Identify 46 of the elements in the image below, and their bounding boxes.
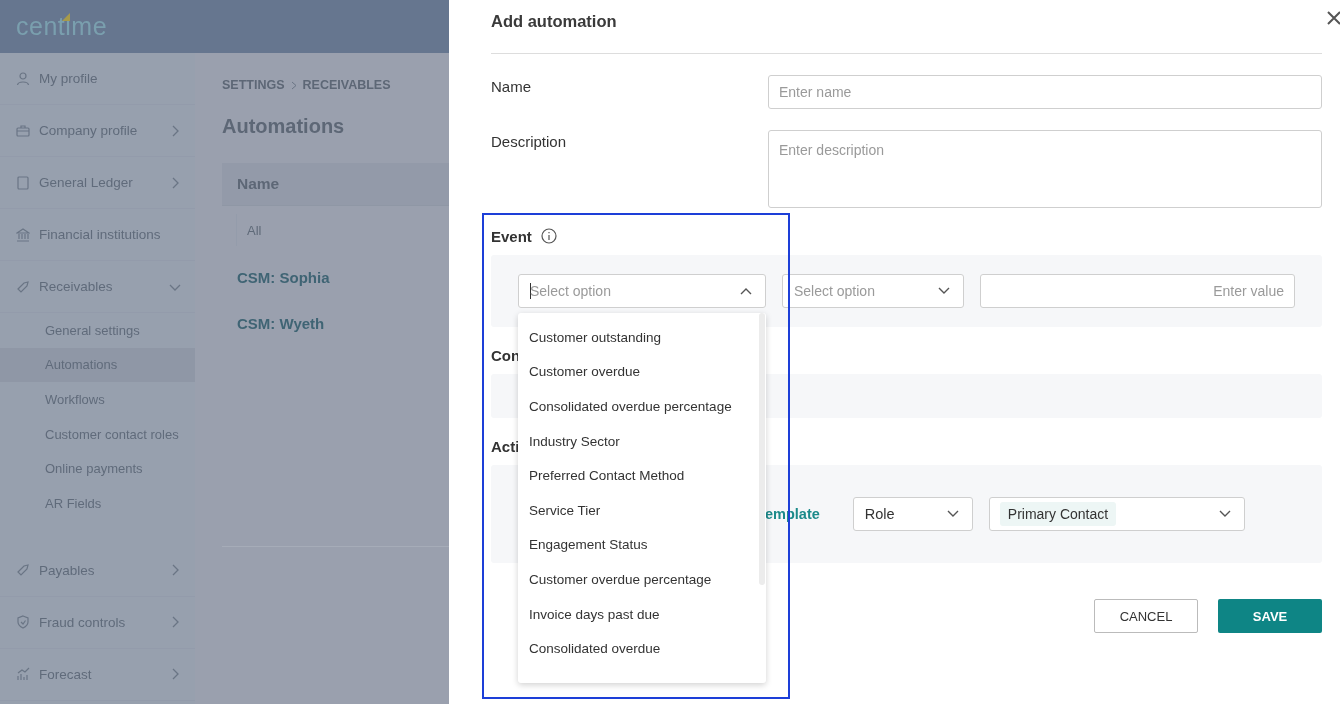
chevron-right-icon: [290, 80, 297, 90]
chevron-down-icon: [938, 287, 950, 295]
dropdown-option[interactable]: Consolidated overdue percentage: [518, 389, 766, 424]
recipient-select[interactable]: Primary Contact: [988, 497, 1245, 531]
drawer-title: Add automation: [491, 12, 617, 31]
field-label: Name: [491, 77, 532, 97]
dropdown-option[interactable]: Preferred Contact Method: [518, 458, 766, 493]
chart-icon: [16, 667, 30, 682]
close-icon[interactable]: [1327, 11, 1340, 25]
chevron-down-icon: [1218, 510, 1231, 518]
event-select[interactable]: Select option: [518, 274, 766, 308]
table-cell[interactable]: CSM: Sophia: [222, 254, 449, 300]
dropdown-option[interactable]: Service Tier: [518, 492, 766, 528]
table-cell[interactable]: CSM: Wyeth: [222, 300, 449, 346]
person-icon: [16, 71, 30, 86]
save-button[interactable]: SAVE: [1218, 599, 1322, 633]
description-field[interactable]: Enter description: [768, 130, 1322, 208]
cancel-button[interactable]: CANCEL: [1094, 599, 1198, 633]
dropdown-option[interactable]: Engagement Status: [518, 527, 766, 563]
chevron-up-icon: [740, 287, 752, 295]
tag-icon: [16, 563, 30, 578]
dropdown-option[interactable]: Customer outstanding: [518, 320, 766, 355]
dropdown-option[interactable]: Invoice days past due: [518, 596, 766, 632]
book-icon: [16, 175, 30, 190]
dropdown-option[interactable]: Industry Sector: [518, 423, 766, 459]
shield-icon: [16, 615, 30, 630]
recipient-chip: Primary Contact: [999, 502, 1117, 526]
chevron-down-icon: [946, 510, 959, 518]
field-label: Description: [491, 132, 568, 152]
dropdown-option[interactable]: Customer overdue percentage: [518, 562, 766, 597]
info-icon[interactable]: [540, 228, 557, 244]
tag-icon: [16, 279, 30, 294]
section-label: Acti: [491, 437, 520, 455]
value-field[interactable]: Enter value: [980, 274, 1295, 308]
recipient-type-select[interactable]: Role: [852, 497, 973, 531]
section-label: Event: [491, 227, 532, 245]
dropdown-option[interactable]: Customer overdue: [518, 354, 766, 390]
page-title: Automations: [222, 115, 346, 138]
breadcrumb-link[interactable]: SETTINGS: [222, 78, 285, 92]
name-field[interactable]: Enter name: [768, 75, 1322, 109]
briefcase-icon: [16, 123, 30, 138]
bank-icon: [16, 227, 30, 242]
dropdown-option[interactable]: Consolidated overdue: [518, 631, 766, 666]
operator-select[interactable]: Select option: [782, 274, 964, 308]
scrollbar[interactable]: [759, 313, 765, 585]
breadcrumb-link[interactable]: RECEIVABLES: [302, 78, 391, 92]
